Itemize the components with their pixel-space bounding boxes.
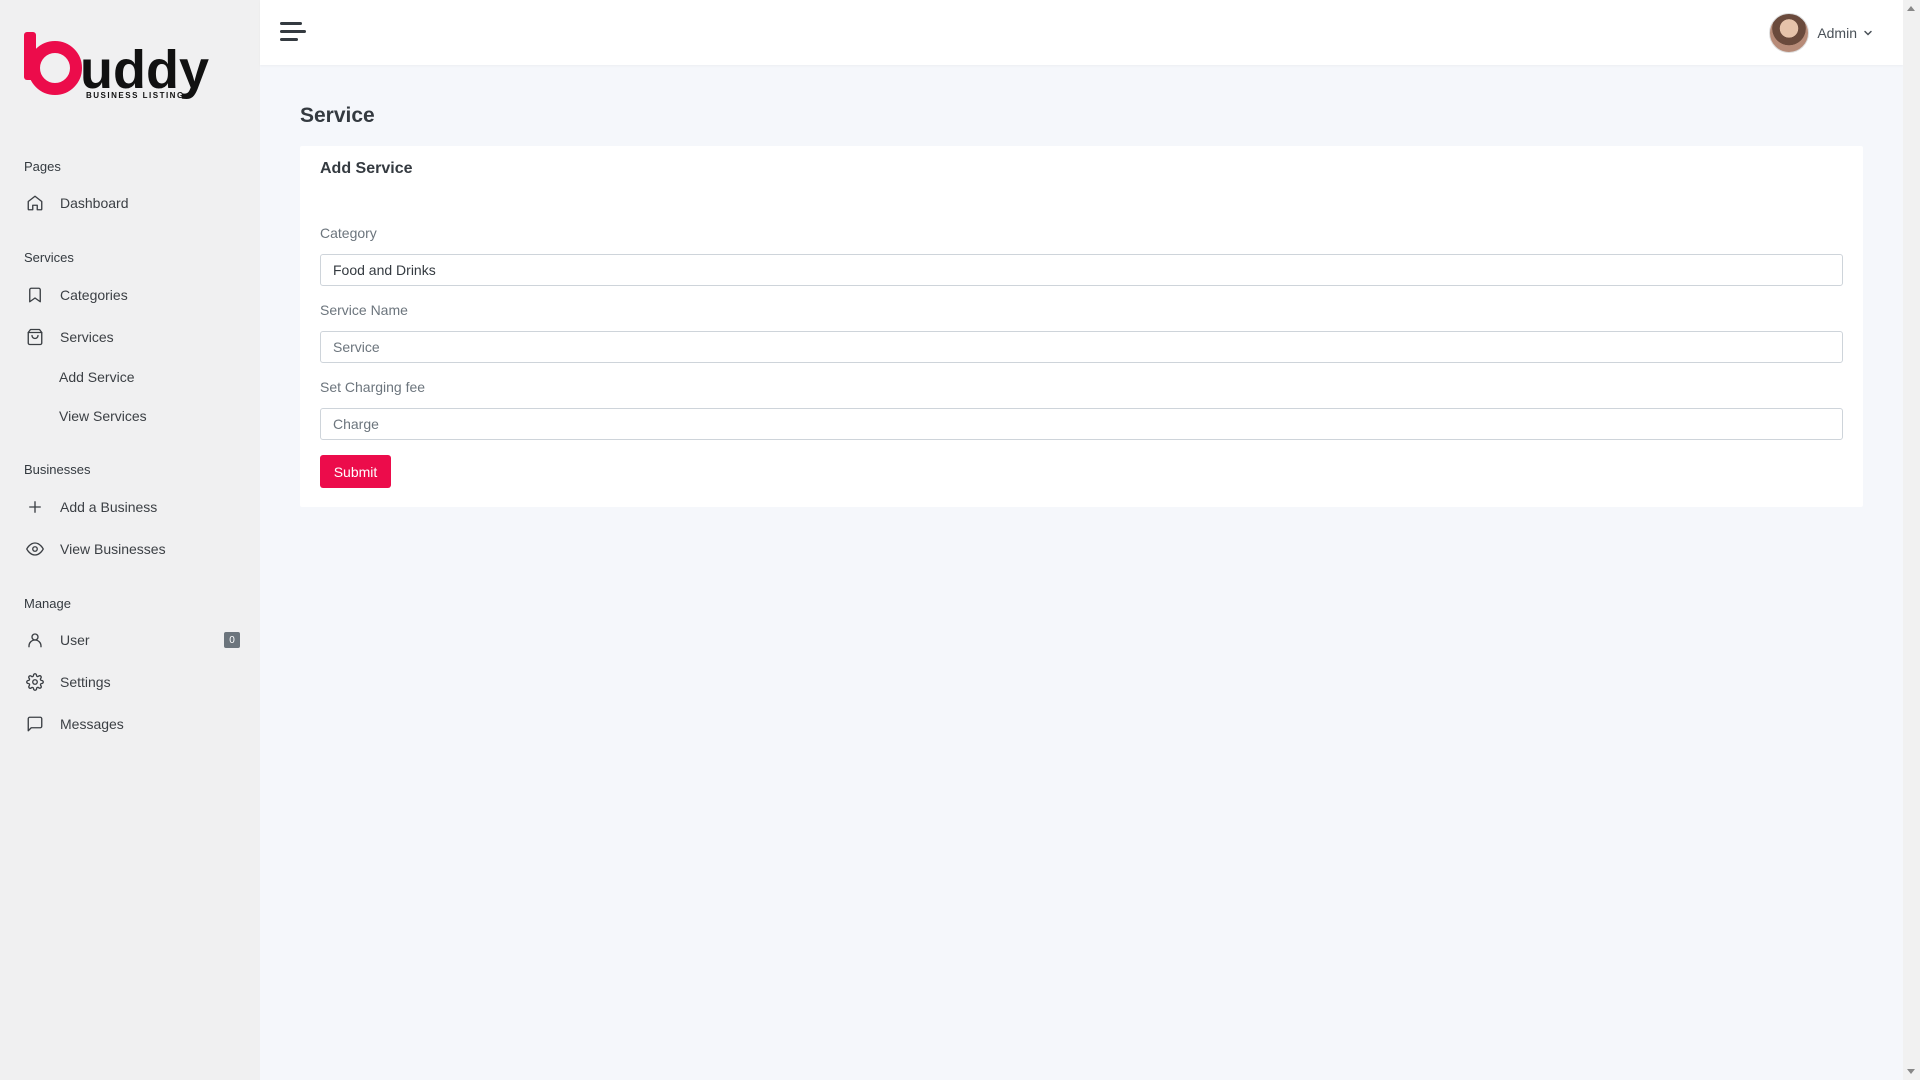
card-title: Add Service: [320, 160, 413, 177]
section-header-manage: Manage: [24, 596, 71, 611]
page-title: Service: [300, 104, 375, 127]
sidebar-item-label: View Businesses: [60, 541, 166, 557]
chevron-down-icon: [1864, 30, 1872, 36]
sidebar-item-settings[interactable]: Settings: [0, 662, 260, 702]
gear-icon: [24, 671, 46, 693]
sidebar-subitem-view-services[interactable]: View Services: [59, 408, 147, 424]
section-header-pages: Pages: [24, 159, 61, 174]
add-service-card: Add Service Category Food and Drinks Ser…: [300, 146, 1863, 507]
shopping-bag-icon: [24, 326, 46, 348]
sidebar-item-dashboard[interactable]: Dashboard: [0, 183, 260, 223]
category-select[interactable]: Food and Drinks: [320, 254, 1843, 286]
scroll-up-icon[interactable]: [1907, 6, 1915, 11]
charge-input[interactable]: Charge: [320, 408, 1843, 440]
user-name: Admin: [1817, 25, 1857, 41]
sidebar: uddy BUSINESS LISTING Pages Dashboard Se…: [0, 0, 260, 1080]
category-label: Category: [320, 225, 377, 241]
sidebar-item-view-businesses[interactable]: View Businesses: [0, 529, 260, 569]
user-icon: [24, 629, 46, 651]
sidebar-item-messages[interactable]: Messages: [0, 704, 260, 744]
sidebar-item-label: Settings: [60, 674, 111, 690]
service-name-input[interactable]: Service: [320, 331, 1843, 363]
sidebar-item-services[interactable]: Services: [0, 317, 260, 357]
sidebar-item-label: Categories: [60, 287, 128, 303]
sidebar-item-add-business[interactable]: Add a Business: [0, 487, 260, 527]
hamburger-icon[interactable]: [280, 20, 306, 44]
scrollbar[interactable]: [1903, 0, 1920, 1080]
topbar: Admin: [260, 0, 1903, 65]
user-count-badge: 0: [224, 632, 240, 648]
charge-label: Set Charging fee: [320, 379, 426, 395]
sidebar-item-label: User: [60, 632, 90, 648]
scroll-down-icon[interactable]: [1907, 1069, 1915, 1074]
submit-button[interactable]: Submit: [320, 455, 391, 488]
sidebar-item-user[interactable]: User 0: [0, 620, 260, 660]
plus-icon: [24, 496, 46, 518]
message-square-icon: [24, 713, 46, 735]
eye-icon: [24, 538, 46, 560]
sidebar-item-label: Services: [60, 329, 114, 345]
sidebar-item-categories[interactable]: Categories: [0, 275, 260, 315]
user-menu[interactable]: Admin: [1769, 12, 1873, 54]
bookmark-icon: [24, 284, 46, 306]
home-icon: [24, 192, 46, 214]
brand-tagline: BUSINESS LISTING: [86, 91, 185, 100]
service-name-label: Service Name: [320, 302, 408, 318]
sidebar-subitem-add-service[interactable]: Add Service: [59, 369, 134, 385]
sidebar-item-label: Add a Business: [60, 499, 158, 515]
section-header-businesses: Businesses: [24, 462, 91, 477]
brand-logo[interactable]: uddy BUSINESS LISTING: [22, 28, 242, 100]
section-header-services: Services: [24, 250, 74, 265]
sidebar-item-label: Messages: [60, 716, 124, 732]
sidebar-item-label: Dashboard: [60, 195, 129, 211]
avatar[interactable]: [1769, 13, 1810, 53]
